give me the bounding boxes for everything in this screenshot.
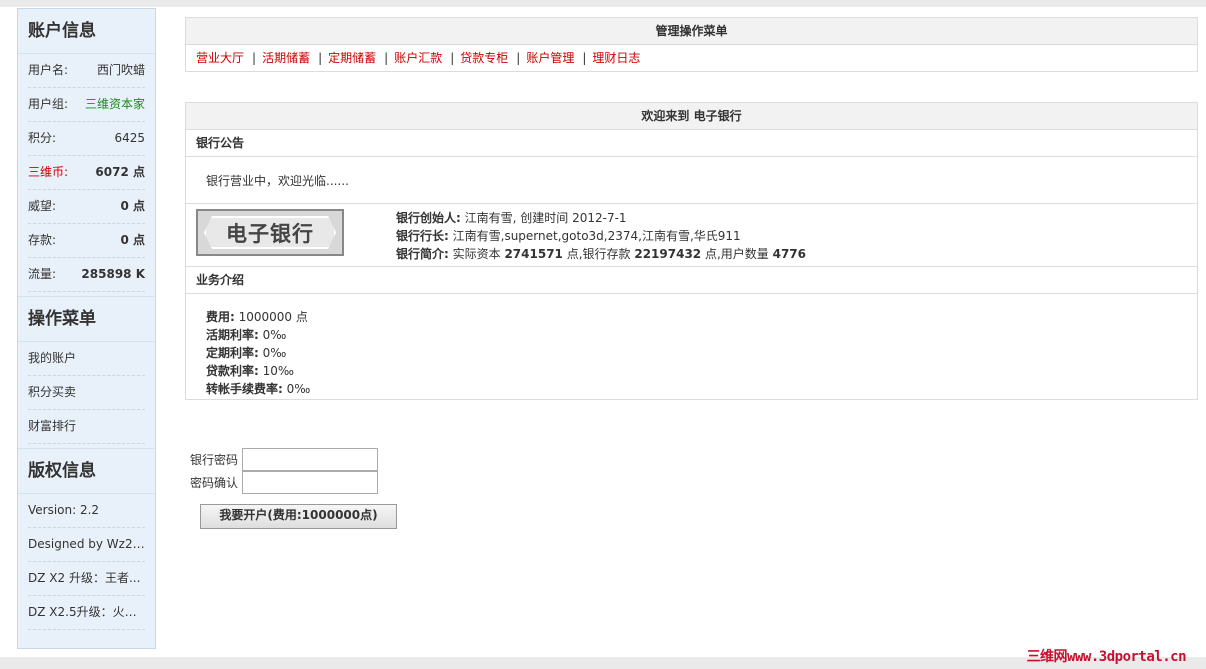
confirm-password-input[interactable] <box>242 471 378 494</box>
intro-users: 4776 <box>772 247 807 261</box>
intro-capital: 2741571 <box>504 247 563 261</box>
bottom-strip <box>0 657 1206 669</box>
nav-link-finance-log[interactable]: 理财日志 <box>592 51 640 65</box>
password-label: 银行密码 <box>190 453 239 467</box>
confirm-row: 密码确认 <box>190 471 378 494</box>
points-label: 积分: <box>28 131 57 145</box>
bank-info-lines: 银行创始人: 江南有雪, 创建时间 2012-7-1 银行行长: 江南有雪,su… <box>396 209 806 263</box>
biz-demand-rate-label: 活期利率: <box>206 328 259 342</box>
copyright-version: Version: 2.2 <box>28 494 145 528</box>
nav-separator: | <box>582 51 587 65</box>
biz-fee-label: 费用: <box>206 310 235 324</box>
coins-value: 6072 点 <box>95 165 145 179</box>
username-value: 西门吹蜡 <box>96 63 145 77</box>
biz-demand-rate: 活期利率: 0‰ <box>206 326 1197 344</box>
traffic-label: 流量: <box>28 267 57 281</box>
account-info-title: 账户信息 <box>18 9 155 54</box>
intro-line: 银行简介: 实际资本 2741571 点,银行存款 22197432 点,用户数… <box>396 245 806 263</box>
biz-transfer-fee-value: 0‰ <box>282 382 311 396</box>
welcome-panel: 欢迎来到 电子银行 银行公告 银行营业中，欢迎光临...... 电子银行 银行创… <box>185 102 1198 400</box>
sidebar-item-my-account[interactable]: 我的账户 <box>28 342 145 376</box>
nav-link-lobby[interactable]: 营业大厅 <box>196 51 244 65</box>
operation-menu-title: 操作菜单 <box>18 297 155 342</box>
usergroup-value[interactable]: 三维资本家 <box>85 88 145 121</box>
traffic-value: 285898 K <box>81 267 145 281</box>
biz-fixed-rate-value: 0‰ <box>258 346 287 360</box>
copyright-title: 版权信息 <box>18 449 155 494</box>
notice-heading: 银行公告 <box>186 130 1197 157</box>
watermark-logo: 三维网www.3dportal.cn <box>1026 649 1187 665</box>
copyright-upgrade-x25[interactable]: DZ X2.5升级：火舞... <box>28 596 145 630</box>
password-input[interactable] <box>242 448 378 471</box>
deposit-value: 0 点 <box>120 233 145 247</box>
account-row-prestige: 威望: 0 点 <box>28 190 145 224</box>
biz-demand-rate-value: 0‰ <box>258 328 287 342</box>
nav-link-account-management[interactable]: 账户管理 <box>526 51 574 65</box>
bank-info: 电子银行 银行创始人: 江南有雪, 创建时间 2012-7-1 银行行长: 江南… <box>186 204 1197 267</box>
prestige-label: 威望: <box>28 199 57 213</box>
nav-link-remittance[interactable]: 账户汇款 <box>394 51 442 65</box>
copyright-designer[interactable]: Designed by Wz200... <box>28 528 145 562</box>
account-row-traffic: 流量: 285898 K <box>28 258 145 292</box>
founder-label: 银行创始人: <box>396 211 461 225</box>
manager-label: 银行行长: <box>396 229 449 243</box>
account-row-username: 用户名: 西门吹蜡 <box>28 54 145 88</box>
admin-menu-title: 管理操作菜单 <box>186 18 1197 45</box>
biz-fee-value: 1000000 点 <box>234 310 308 324</box>
nav-link-fixed-savings[interactable]: 定期储蓄 <box>328 51 376 65</box>
notice-text: 银行营业中，欢迎光临...... <box>186 157 1197 204</box>
nav-separator: | <box>318 51 323 65</box>
open-account-button[interactable]: 我要开户(费用:1000000点) <box>200 504 397 529</box>
nav-separator: | <box>252 51 257 65</box>
business-details: 费用: 1000000 点 活期利率: 0‰ 定期利率: 0‰ 贷款利率: 10… <box>186 294 1197 399</box>
sidebar-item-points-trade[interactable]: 积分买卖 <box>28 376 145 410</box>
admin-menu-panel: 管理操作菜单 营业大厅 | 活期储蓄 | 定期储蓄 | 账户汇款 | 贷款专柜 | 账户管理 | 理财日… <box>185 17 1198 72</box>
biz-loan-rate-label: 贷款利率: <box>206 364 259 378</box>
founder-line: 银行创始人: 江南有雪, 创建时间 2012-7-1 <box>396 209 806 227</box>
intro-text-2: 点,银行存款 <box>562 247 635 261</box>
account-row-deposit: 存款: 0 点 <box>28 224 145 258</box>
intro-text-3: 点,用户数量 <box>701 247 773 261</box>
manager-line: 银行行长: 江南有雪,supernet,goto3d,2374,江南有雪,华氏9… <box>396 227 806 245</box>
sidebar: 账户信息 用户名: 西门吹蜡 用户组: 三维资本家 积分: 6425 三维币: … <box>17 8 156 649</box>
points-value: 6425 <box>114 131 145 145</box>
biz-transfer-fee-label: 转帐手续费率: <box>206 382 283 396</box>
deposit-label: 存款: <box>28 233 57 247</box>
prestige-value: 0 点 <box>120 199 145 213</box>
intro-deposit: 22197432 <box>634 247 702 261</box>
manager-value: 江南有雪,supernet,goto3d,2374,江南有雪,华氏911 <box>448 229 741 243</box>
biz-fixed-rate-label: 定期利率: <box>206 346 259 360</box>
nav-separator: | <box>384 51 389 65</box>
biz-transfer-fee: 转帐手续费率: 0‰ <box>206 380 1197 398</box>
username-label: 用户名: <box>28 63 69 77</box>
account-row-usergroup: 用户组: 三维资本家 <box>28 88 145 122</box>
intro-label: 银行简介: <box>396 247 449 261</box>
open-account-form: 银行密码 密码确认 我要开户(费用:1000000点) <box>190 448 397 529</box>
welcome-title: 欢迎来到 电子银行 <box>186 103 1197 130</box>
confirm-label: 密码确认 <box>190 476 239 490</box>
nav-link-demand-savings[interactable]: 活期储蓄 <box>262 51 310 65</box>
nav-link-loans[interactable]: 贷款专柜 <box>460 51 508 65</box>
account-row-points: 积分: 6425 <box>28 122 145 156</box>
usergroup-label: 用户组: <box>28 97 69 111</box>
intro-text-1: 实际资本 <box>448 247 505 261</box>
account-row-coins: 三维币: 6072 点 <box>28 156 145 190</box>
nav-separator: | <box>450 51 455 65</box>
nav-separator: | <box>516 51 521 65</box>
bank-logo-text: 电子银行 <box>204 216 336 249</box>
copyright-upgrade-x2[interactable]: DZ X2 升级：王者... <box>28 562 145 596</box>
biz-fixed-rate: 定期利率: 0‰ <box>206 344 1197 362</box>
admin-menu-links: 营业大厅 | 活期储蓄 | 定期储蓄 | 账户汇款 | 贷款专柜 | 账户管理 | 理财日志 <box>186 45 1197 71</box>
coins-label: 三维币: <box>28 165 69 179</box>
founder-value: 江南有雪, 创建时间 2012-7-1 <box>460 211 627 225</box>
biz-loan-rate-value: 10‰ <box>258 364 294 378</box>
bank-logo: 电子银行 <box>196 209 344 256</box>
biz-loan-rate: 贷款利率: 10‰ <box>206 362 1197 380</box>
password-row: 银行密码 <box>190 448 378 471</box>
sidebar-item-wealth-ranking[interactable]: 财富排行 <box>28 410 145 444</box>
business-heading: 业务介绍 <box>186 267 1197 294</box>
biz-fee: 费用: 1000000 点 <box>206 308 1197 326</box>
top-strip <box>0 0 1206 7</box>
